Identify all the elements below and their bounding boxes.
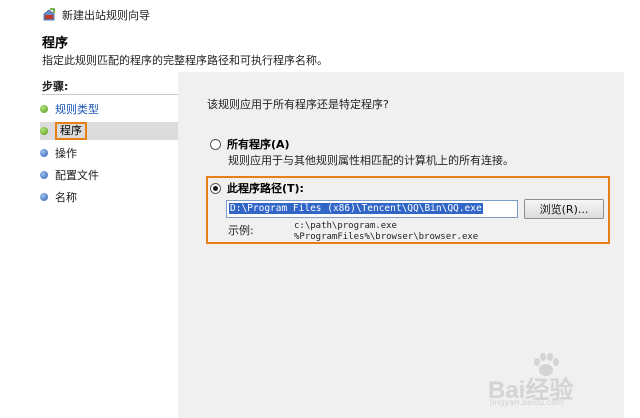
program-path-option[interactable]: 此程序路径(T): — [210, 180, 304, 196]
all-programs-label[interactable]: 所有程序(A) — [227, 136, 290, 152]
step-program[interactable]: 程序 — [40, 122, 178, 140]
baidu-watermark: Bai经验 jingyan.baidu.com — [488, 352, 608, 408]
window-title: 新建出站规则向导 — [62, 9, 150, 22]
step-pending-bullet-icon — [40, 171, 48, 179]
step-label: 名称 — [55, 191, 77, 204]
step-rule-type[interactable]: 规则类型 — [40, 100, 99, 118]
steps-title: 步骤: — [42, 80, 69, 93]
program-path-label[interactable]: 此程序路径(T): — [227, 180, 304, 196]
step-complete-bullet-icon — [40, 105, 48, 113]
program-path-radio[interactable] — [210, 182, 221, 194]
example-path-1: c:\path\program.exe — [294, 221, 397, 231]
title-bar: 新建出站规则向导 — [42, 6, 150, 24]
program-path-value: D:\Program Files (x86)\Tencent\QQ\Bin\QQ… — [229, 203, 483, 214]
step-current-bullet-icon — [40, 127, 48, 135]
all-programs-description: 规则应用于与其他规则属性相匹配的计算机上的所有连接。 — [228, 154, 514, 167]
all-programs-option[interactable]: 所有程序(A) — [210, 136, 290, 152]
all-programs-radio[interactable] — [210, 138, 221, 150]
steps-divider — [42, 94, 178, 95]
steps-sidebar: 步骤: 规则类型 程序 操作 配置文件 名称 — [0, 72, 178, 418]
watermark-url: jingyan.baidu.com — [490, 398, 564, 407]
page-title: 程序 — [42, 36, 69, 51]
browse-button[interactable]: 浏览(R)... — [524, 199, 604, 219]
program-path-input[interactable]: D:\Program Files (x86)\Tencent\QQ\Bin\QQ… — [226, 200, 518, 218]
step-label: 程序 — [55, 122, 87, 140]
firewall-shield-icon — [43, 8, 55, 21]
example-path-2: %ProgramFiles%\browser\browser.exe — [294, 232, 479, 242]
step-label: 操作 — [55, 147, 77, 160]
step-label: 配置文件 — [55, 169, 99, 182]
step-label[interactable]: 规则类型 — [55, 101, 99, 117]
step-name: 名称 — [40, 188, 77, 206]
step-pending-bullet-icon — [40, 193, 48, 201]
step-profile: 配置文件 — [40, 166, 99, 184]
example-label: 示例: — [228, 224, 254, 237]
step-action: 操作 — [40, 144, 77, 162]
example-paths: c:\path\program.exe %ProgramFiles%\brows… — [294, 221, 478, 243]
page-description: 指定此规则匹配的程序的完整程序路径和可执行程序名称。 — [42, 54, 328, 67]
question-text: 该规则应用于所有程序还是特定程序? — [207, 98, 389, 111]
step-pending-bullet-icon — [40, 149, 48, 157]
